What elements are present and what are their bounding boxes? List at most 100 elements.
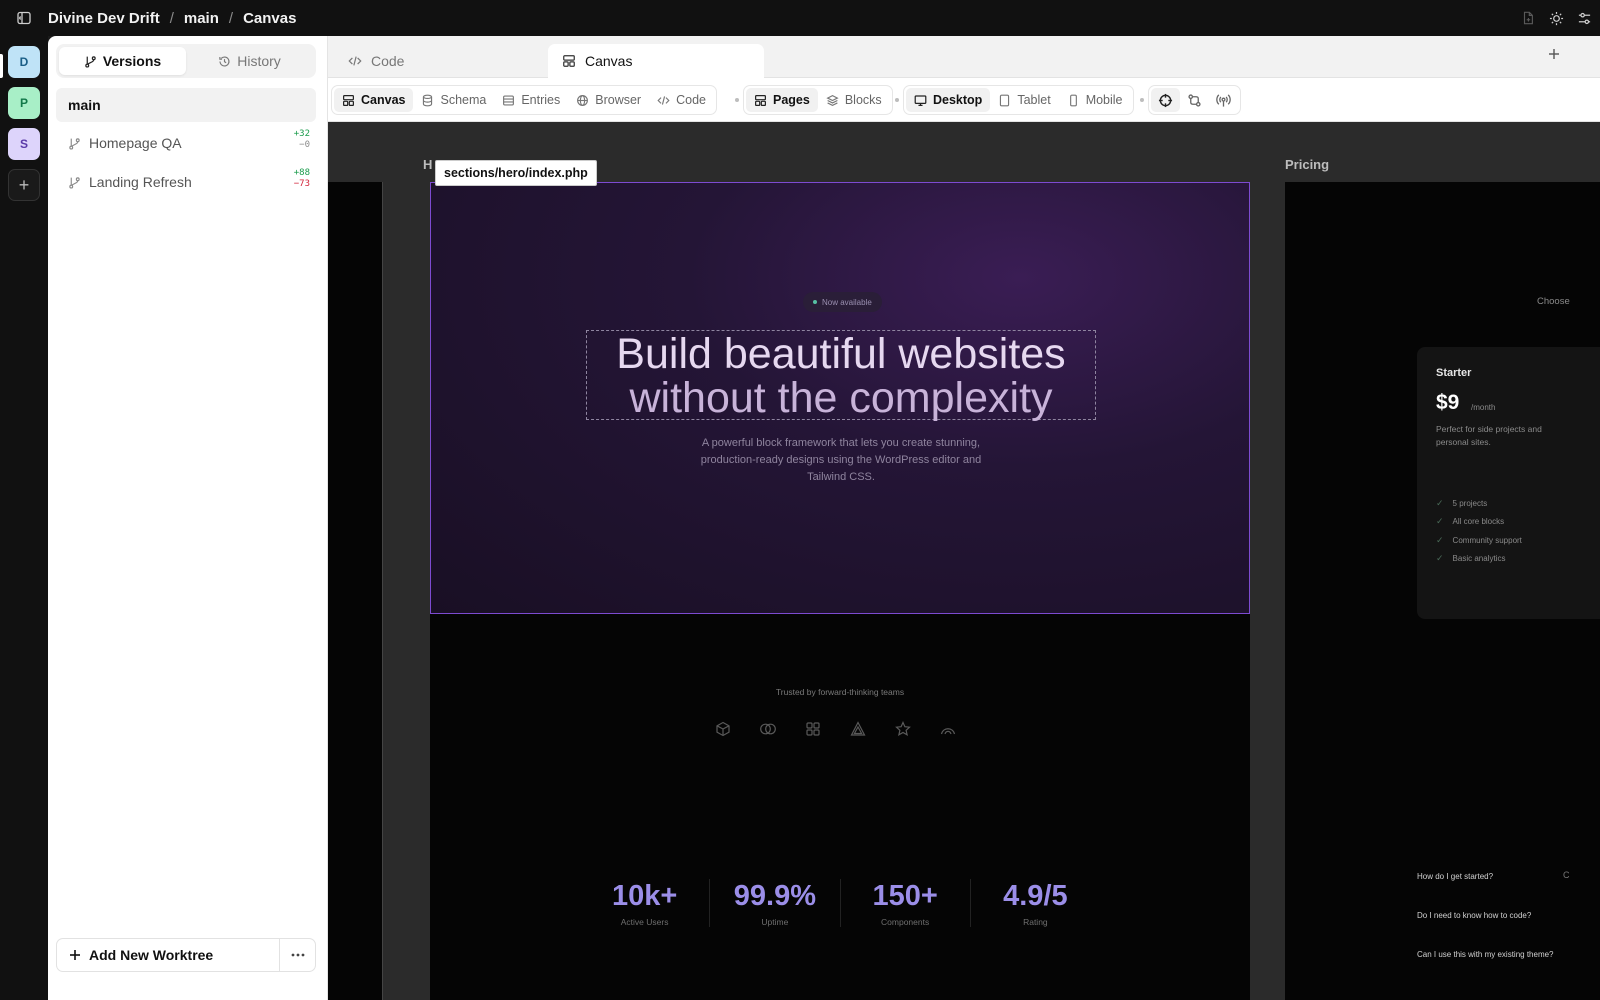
broadcast-icon xyxy=(1216,93,1231,107)
rings-icon xyxy=(759,720,777,738)
stat-value: 150+ xyxy=(872,880,938,912)
plus-icon xyxy=(70,950,80,960)
top-bar: Divine Dev Drift / main / Canvas xyxy=(0,0,1600,36)
hero-headline: Build beautiful websites without the com… xyxy=(587,332,1095,420)
more-options-button[interactable] xyxy=(279,939,315,971)
canvas-viewport[interactable]: H Pricing Now available Build beautiful … xyxy=(328,122,1600,1000)
tablet-icon xyxy=(1000,94,1010,106)
active-workspace-indicator xyxy=(0,54,3,78)
stat-label: Active Users xyxy=(620,917,669,927)
hero-section[interactable]: Now available Build beautiful websites w… xyxy=(430,182,1250,614)
hero-headline-block[interactable]: Build beautiful websites without the com… xyxy=(586,330,1096,420)
faq-question[interactable]: Can I use this with my existing theme? xyxy=(1417,950,1554,959)
view-mode-group: Canvas Schema Entries Browser Code xyxy=(331,85,717,115)
diff-stats: +32 −0 xyxy=(294,129,310,151)
branch-icon xyxy=(85,55,96,68)
view-code-button[interactable]: Code xyxy=(649,88,714,112)
grid-icon xyxy=(804,720,822,738)
history-icon xyxy=(219,55,230,67)
worktree-item[interactable]: Homepage QA +32 −0 xyxy=(56,126,316,160)
faq-question[interactable]: How do I get started? xyxy=(1417,872,1493,881)
plan-feature: ✓ 5 projects xyxy=(1436,498,1487,509)
tab-label: Versions xyxy=(102,53,162,69)
desktop-button[interactable]: Desktop xyxy=(906,88,991,112)
diff-stats: +88 −73 xyxy=(294,168,310,190)
workspace-s[interactable]: S xyxy=(8,128,40,160)
compare-button[interactable] xyxy=(1180,88,1209,112)
headline-line-2: without the complexity xyxy=(629,374,1053,422)
stat-label: Rating xyxy=(1023,917,1048,927)
view-canvas-button[interactable]: Canvas xyxy=(334,88,414,112)
breadcrumb-separator: / xyxy=(169,9,174,27)
view-entries-button[interactable]: Entries xyxy=(494,88,568,112)
tab-versions[interactable]: Versions xyxy=(59,47,186,75)
pricing-card-starter[interactable]: Starter $9 /month Perfect for side proje… xyxy=(1417,347,1600,619)
live-button[interactable] xyxy=(1209,88,1238,112)
stat-item: 150+ Components xyxy=(841,879,971,927)
breadcrumb-view[interactable]: Canvas xyxy=(243,10,296,27)
mobile-button[interactable]: Mobile xyxy=(1059,88,1131,112)
top-right-actions xyxy=(1520,0,1592,36)
tab-history[interactable]: History xyxy=(186,47,313,75)
button-label: Desktop xyxy=(933,93,983,107)
pricing-page-frame[interactable]: Choose Starter $9 /month Perfect for sid… xyxy=(1285,182,1600,1000)
globe-icon xyxy=(577,94,589,106)
workspace-p[interactable]: P xyxy=(8,87,40,119)
settings-sliders-icon[interactable] xyxy=(1576,10,1592,26)
editor-tab-bar: Code Canvas xyxy=(328,36,1600,78)
button-label: Entries xyxy=(521,93,561,107)
diff-removed: −73 xyxy=(293,179,310,189)
stat-value: 10k+ xyxy=(611,880,678,912)
inspect-button[interactable] xyxy=(1151,88,1180,112)
breadcrumb-project[interactable]: Divine Dev Drift xyxy=(48,10,160,27)
new-tab-button[interactable] xyxy=(1548,48,1560,60)
view-browser-button[interactable]: Browser xyxy=(568,88,649,112)
toolbar-separator xyxy=(1140,98,1144,102)
branch-main[interactable]: main xyxy=(56,88,316,122)
cropped-text: C xyxy=(1563,870,1570,880)
add-worktree-label: Add New Worktree xyxy=(89,947,214,963)
database-icon xyxy=(423,94,433,106)
workspace-d[interactable]: D xyxy=(8,46,40,78)
sidebar-toggle-icon xyxy=(17,11,31,25)
feature-label: 5 projects xyxy=(1452,499,1488,508)
worktree-name: Homepage QA xyxy=(89,135,182,151)
git-compare-icon xyxy=(1188,93,1201,107)
plan-feature: ✓ All core blocks xyxy=(1436,516,1504,527)
tab-canvas[interactable]: Canvas xyxy=(548,44,764,78)
plan-name: Starter xyxy=(1436,367,1472,379)
home-frame-label: H xyxy=(423,157,433,172)
view-schema-button[interactable]: Schema xyxy=(413,88,494,112)
button-label: Tablet xyxy=(1017,93,1051,107)
offscreen-frame[interactable] xyxy=(328,182,383,1000)
worktree-item[interactable]: Landing Refresh +88 −73 xyxy=(56,165,316,199)
worktree-name: Landing Refresh xyxy=(89,174,192,190)
tablet-button[interactable]: Tablet xyxy=(990,88,1058,112)
stat-label: Components xyxy=(881,917,930,927)
add-workspace-button[interactable]: + xyxy=(8,169,40,201)
sun-icon[interactable] xyxy=(1548,10,1564,26)
content-type-group: Pages Blocks xyxy=(743,85,893,115)
blocks-button[interactable]: Blocks xyxy=(818,88,890,112)
pages-icon xyxy=(755,94,766,106)
toolbar-separator xyxy=(735,98,739,102)
feature-label: Basic analytics xyxy=(1452,554,1506,563)
logo-strip xyxy=(714,720,957,738)
faq-question[interactable]: Do I need to know how to code? xyxy=(1417,911,1531,920)
check-icon: ✓ xyxy=(1436,535,1444,545)
tab-code[interactable]: Code xyxy=(334,44,546,78)
file-plus-icon[interactable] xyxy=(1520,10,1536,26)
home-page-frame[interactable]: Now available Build beautiful websites w… xyxy=(430,182,1250,1000)
diff-added: +88 xyxy=(293,168,310,178)
stat-item: 10k+ Active Users xyxy=(580,879,711,927)
pages-button[interactable]: Pages xyxy=(746,88,818,112)
stat-value: 4.9/5 xyxy=(1003,880,1068,912)
diff-removed: −0 xyxy=(299,140,310,150)
plan-feature: ✓ Basic analytics xyxy=(1436,553,1505,564)
add-worktree-button[interactable]: Add New Worktree xyxy=(57,939,279,971)
sidebar-toggle-button[interactable] xyxy=(0,0,48,36)
check-icon: ✓ xyxy=(1436,498,1444,508)
breadcrumb: Divine Dev Drift / main / Canvas xyxy=(48,10,296,27)
more-horizontal-icon xyxy=(291,953,304,957)
breadcrumb-branch[interactable]: main xyxy=(184,10,219,27)
